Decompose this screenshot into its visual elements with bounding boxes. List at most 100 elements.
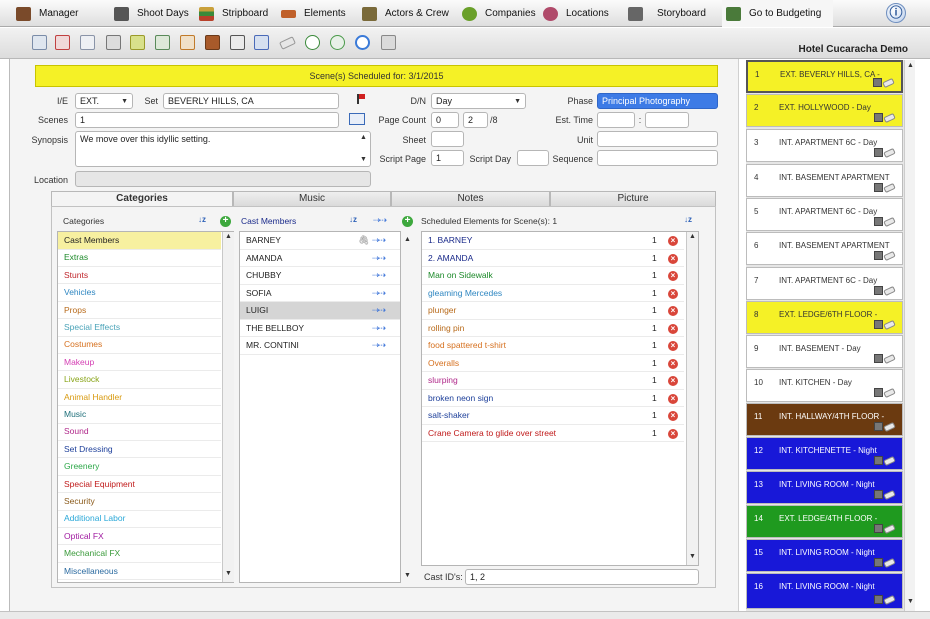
scroll-down-icon[interactable]: ▼ <box>404 572 411 579</box>
scheduled-item[interactable]: 2. AMANDA 1 × <box>422 250 684 267</box>
strip-item[interactable]: 8 EXT. LEDGE/6TH FLOOR - <box>746 301 903 334</box>
cast-item[interactable]: BARNEY ⇢⇢ <box>240 232 400 250</box>
script-day-field[interactable] <box>517 150 549 166</box>
scheduled-item[interactable]: gleaming Mercedes 1 × <box>422 285 684 302</box>
strip-item[interactable]: 9 INT. BASEMENT - Day <box>746 335 903 368</box>
stripboard-view-icon[interactable] <box>130 35 145 50</box>
remove-icon[interactable]: × <box>668 288 678 299</box>
nav-companies[interactable]: Companies <box>462 0 536 27</box>
new-scene-icon[interactable] <box>32 35 47 50</box>
category-item[interactable]: Extras <box>58 249 221 267</box>
print-icon[interactable] <box>381 35 396 50</box>
phase-select[interactable]: Principal Photography <box>597 93 718 109</box>
scroll-down-icon[interactable]: ▼ <box>907 598 914 605</box>
scheduled-item[interactable]: Man on Sidewalk 1 × <box>422 267 684 285</box>
scheduled-item[interactable]: plunger 1 × <box>422 302 684 320</box>
category-item[interactable]: Set Dressing <box>58 441 221 459</box>
strip-item[interactable]: 7 INT. APARTMENT 6C - Day <box>746 267 903 300</box>
scroll-up-icon[interactable]: ▲ <box>225 233 232 240</box>
sheet-field[interactable] <box>431 131 464 147</box>
scheduled-item[interactable]: Overalls 1 × <box>422 355 684 372</box>
move-right-icon[interactable]: ⇢⇢ <box>372 320 386 338</box>
tab-picture[interactable]: Picture <box>550 191 716 207</box>
nav-shoot-days[interactable]: Shoot Days <box>114 0 189 27</box>
strip-item[interactable]: 4 INT. BASEMENT APARTMENT <box>746 164 903 197</box>
scroll-up-icon[interactable]: ▲ <box>907 62 914 69</box>
strip-item[interactable]: 15 INT. LIVING ROOM - Night <box>746 539 903 572</box>
tab-notes[interactable]: Notes <box>391 191 550 207</box>
remove-icon[interactable]: × <box>668 323 678 334</box>
delete-scene-icon[interactable] <box>55 35 70 50</box>
category-item[interactable]: Costumes <box>58 336 221 354</box>
remove-icon[interactable]: × <box>668 271 678 281</box>
scheduled-item[interactable]: broken neon sign 1 × <box>422 390 684 407</box>
sort-icon[interactable]: ↓z <box>684 215 692 224</box>
add-element-icon[interactable] <box>305 35 320 50</box>
nav-locations[interactable]: Locations <box>543 0 609 27</box>
strip-item[interactable]: 1 EXT. BEVERLY HILLS, CA - <box>746 60 903 93</box>
location-field[interactable] <box>75 171 371 187</box>
info-icon[interactable]: ⓘ <box>886 3 906 23</box>
category-item[interactable]: Livestock <box>58 371 221 389</box>
page-count-whole[interactable]: 0 <box>431 112 459 128</box>
cast-ids-field[interactable]: 1, 2 <box>465 569 699 585</box>
remove-icon[interactable]: × <box>668 253 678 264</box>
remove-icon[interactable]: × <box>668 341 678 351</box>
remove-icon[interactable]: × <box>668 411 678 421</box>
scheduled-item[interactable]: rolling pin 1 × <box>422 320 684 337</box>
cast-item[interactable]: AMANDA ⇢⇢ <box>240 250 400 268</box>
move-right-icon[interactable]: ⇢⇢ <box>372 232 386 250</box>
category-item[interactable]: Stunts <box>58 267 221 285</box>
remove-icon[interactable]: × <box>668 376 678 386</box>
category-item[interactable]: Greenery <box>58 458 221 476</box>
scroll-up-icon[interactable]: ▲ <box>689 233 696 240</box>
category-item[interactable]: Cast Members <box>58 232 221 250</box>
scroll-down-icon[interactable]: ▼ <box>689 553 696 560</box>
move-right-icon[interactable]: ⇢⇢ <box>372 285 386 303</box>
category-item[interactable]: Security <box>58 493 221 511</box>
ie-select[interactable]: EXT. <box>75 93 133 109</box>
category-item[interactable]: Animal Handler <box>58 389 221 407</box>
move-all-icon[interactable]: ⇢⇢ <box>373 215 387 226</box>
flag-icon[interactable] <box>357 94 365 104</box>
est-time-minutes[interactable] <box>645 112 689 128</box>
remove-icon[interactable]: × <box>668 393 678 404</box>
scheduled-item[interactable]: Crane Camera to glide over street 1 × <box>422 425 684 442</box>
move-right-icon[interactable]: ⇢⇢ <box>372 337 386 355</box>
synopsis-field[interactable]: We move over this idyllic setting. <box>75 131 371 167</box>
duplicate-scene-icon[interactable] <box>80 35 95 50</box>
remove-icon[interactable]: × <box>668 428 678 439</box>
strip-item[interactable]: 6 INT. BASEMENT APARTMENT <box>746 232 903 265</box>
est-time-hours[interactable] <box>597 112 635 128</box>
cast-item[interactable]: LUIGI ⇢⇢ <box>240 302 400 320</box>
category-item[interactable]: Props <box>58 302 221 320</box>
paperclip-icon[interactable]: 🖇 <box>358 235 369 246</box>
sort-icon[interactable]: ↓z <box>349 215 357 224</box>
link-icon[interactable] <box>330 35 345 50</box>
page-count-eighths[interactable]: 2 <box>463 112 488 128</box>
category-item[interactable]: Vehicles <box>58 284 221 302</box>
category-item[interactable]: Mechanical FX <box>58 545 221 563</box>
nav-elements[interactable]: Elements <box>281 0 346 27</box>
set-field[interactable]: BEVERLY HILLS, CA <box>163 93 339 109</box>
cast-item[interactable]: SOFIA ⇢⇢ <box>240 285 400 303</box>
add-category-icon[interactable]: + <box>220 216 231 227</box>
category-item[interactable]: Makeup <box>58 354 221 372</box>
sort-icon[interactable]: ↓z <box>198 215 206 224</box>
scroll-down-icon[interactable]: ▼ <box>360 156 367 163</box>
sort-icon[interactable] <box>254 35 269 50</box>
scheduled-item[interactable]: salt-shaker 1 × <box>422 407 684 425</box>
strip-item[interactable]: 3 INT. APARTMENT 6C - Day <box>746 129 903 162</box>
cast-item[interactable]: THE BELLBOY ⇢⇢ <box>240 320 400 338</box>
nav-manager[interactable]: Manager <box>16 0 78 27</box>
tab-music[interactable]: Music <box>233 191 391 207</box>
strip-item[interactable]: 5 INT. APARTMENT 6C - Day <box>746 198 903 231</box>
script-page-field[interactable]: 1 <box>431 150 464 166</box>
eraser-icon[interactable] <box>279 36 296 50</box>
move-right-icon[interactable]: ⇢⇢ <box>372 250 386 268</box>
strip-item[interactable]: 13 INT. LIVING ROOM - Night <box>746 471 903 504</box>
tab-categories[interactable]: Categories <box>51 191 233 207</box>
remove-icon[interactable]: × <box>668 306 678 316</box>
scroll-up-icon[interactable]: ▲ <box>360 134 367 141</box>
strip-item[interactable]: 11 INT. HALLWAY/4TH FLOOR - <box>746 403 903 436</box>
